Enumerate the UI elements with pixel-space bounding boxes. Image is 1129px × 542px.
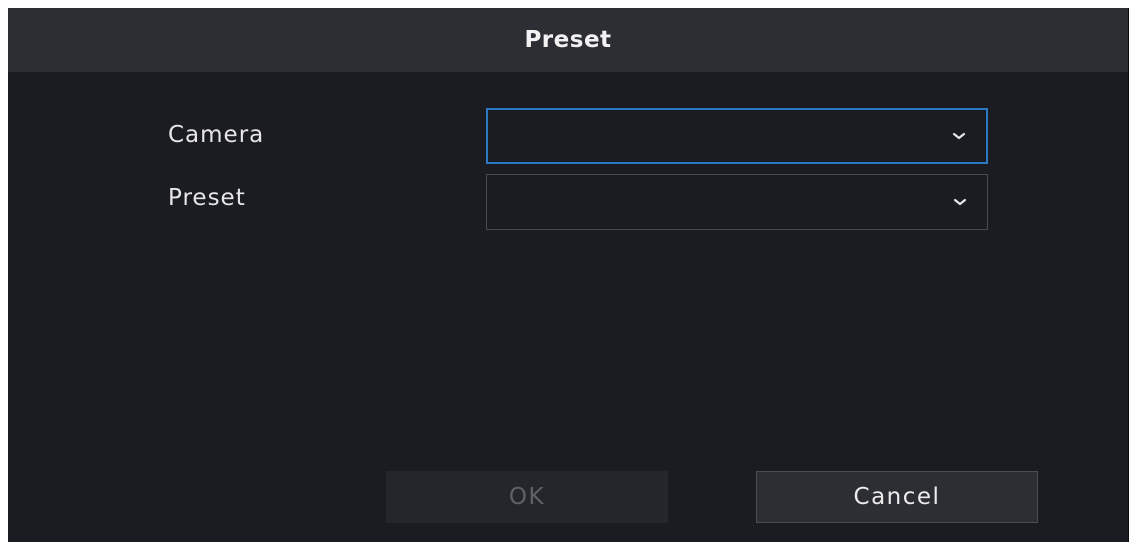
chevron-down-icon (952, 132, 966, 140)
preset-label: Preset (168, 185, 246, 211)
cancel-button[interactable]: Cancel (756, 471, 1038, 523)
ok-button[interactable]: OK (386, 471, 668, 523)
cancel-button-label: Cancel (853, 484, 941, 510)
preset-dialog: Preset Camera Preset OK Cancel (8, 8, 1129, 542)
camera-label: Camera (168, 122, 265, 148)
preset-select[interactable] (486, 174, 988, 230)
dialog-title-bar: Preset (8, 8, 1128, 72)
chevron-down-icon (953, 198, 967, 206)
dialog-title: Preset (524, 27, 612, 53)
ok-button-label: OK (508, 484, 546, 510)
camera-select[interactable] (486, 108, 988, 164)
